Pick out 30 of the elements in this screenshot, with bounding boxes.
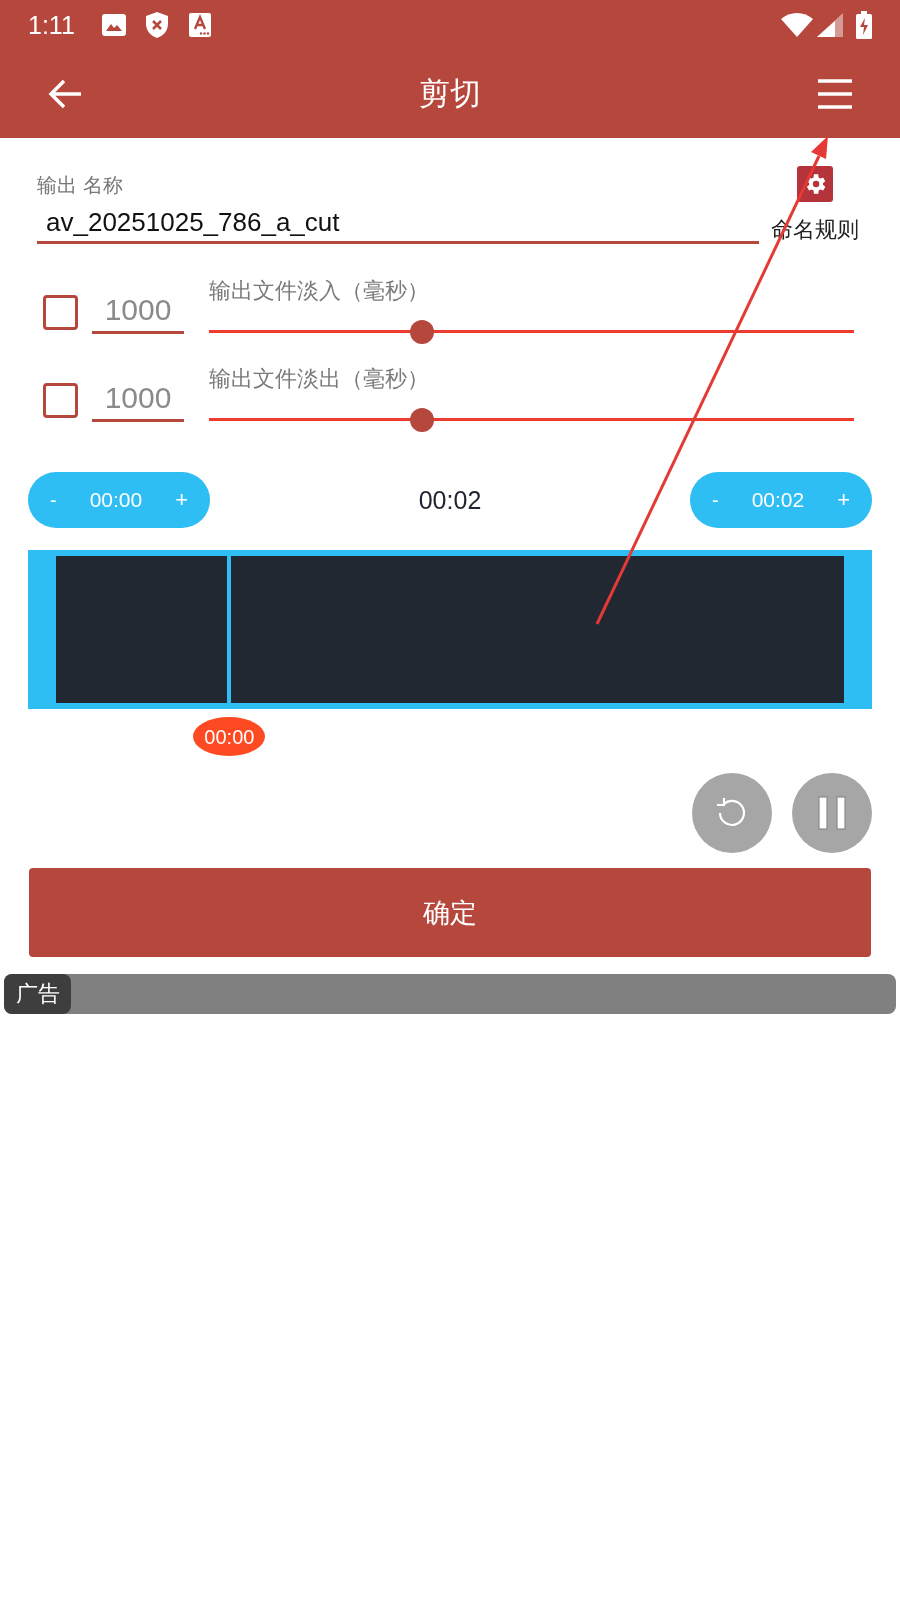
time-value: 00:02	[751, 487, 805, 513]
fade-label: 输出文件淡入（毫秒）	[209, 278, 430, 304]
time-value: 00:00	[89, 487, 143, 513]
slider-track[interactable]	[209, 320, 854, 344]
app-notification-icon	[188, 13, 211, 37]
decrement-button[interactable]: -	[712, 488, 719, 512]
status-time: 1:11	[28, 10, 75, 40]
pause-icon	[818, 796, 846, 830]
battery-charging-icon	[856, 11, 872, 39]
back-button[interactable]	[48, 77, 82, 111]
screen-title: 剪切	[418, 75, 482, 113]
increment-button[interactable]: +	[175, 488, 188, 512]
back-arrow-icon	[48, 79, 82, 109]
output-name-label: 输出 名称	[37, 173, 124, 197]
image-icon	[101, 14, 126, 36]
duration-text: 00:02	[418, 485, 482, 515]
signal-icon	[817, 13, 843, 37]
fade-label: 输出文件淡出（毫秒）	[209, 366, 430, 392]
ad-badge: 广告	[4, 974, 71, 1014]
playhead-time-label: 00:00	[193, 717, 266, 756]
slider-track[interactable]	[209, 408, 854, 432]
wifi-icon	[781, 13, 813, 37]
menu-button[interactable]	[818, 77, 852, 111]
menu-icon	[818, 79, 852, 109]
decrement-button[interactable]: -	[50, 488, 57, 512]
shield-x-icon	[145, 12, 168, 38]
gear-icon	[797, 166, 833, 202]
confirm-button[interactable]: 确定	[29, 868, 871, 957]
increment-button[interactable]: +	[837, 488, 850, 512]
name-input-field[interactable]: av_20251025_786_a_cut	[37, 206, 759, 244]
